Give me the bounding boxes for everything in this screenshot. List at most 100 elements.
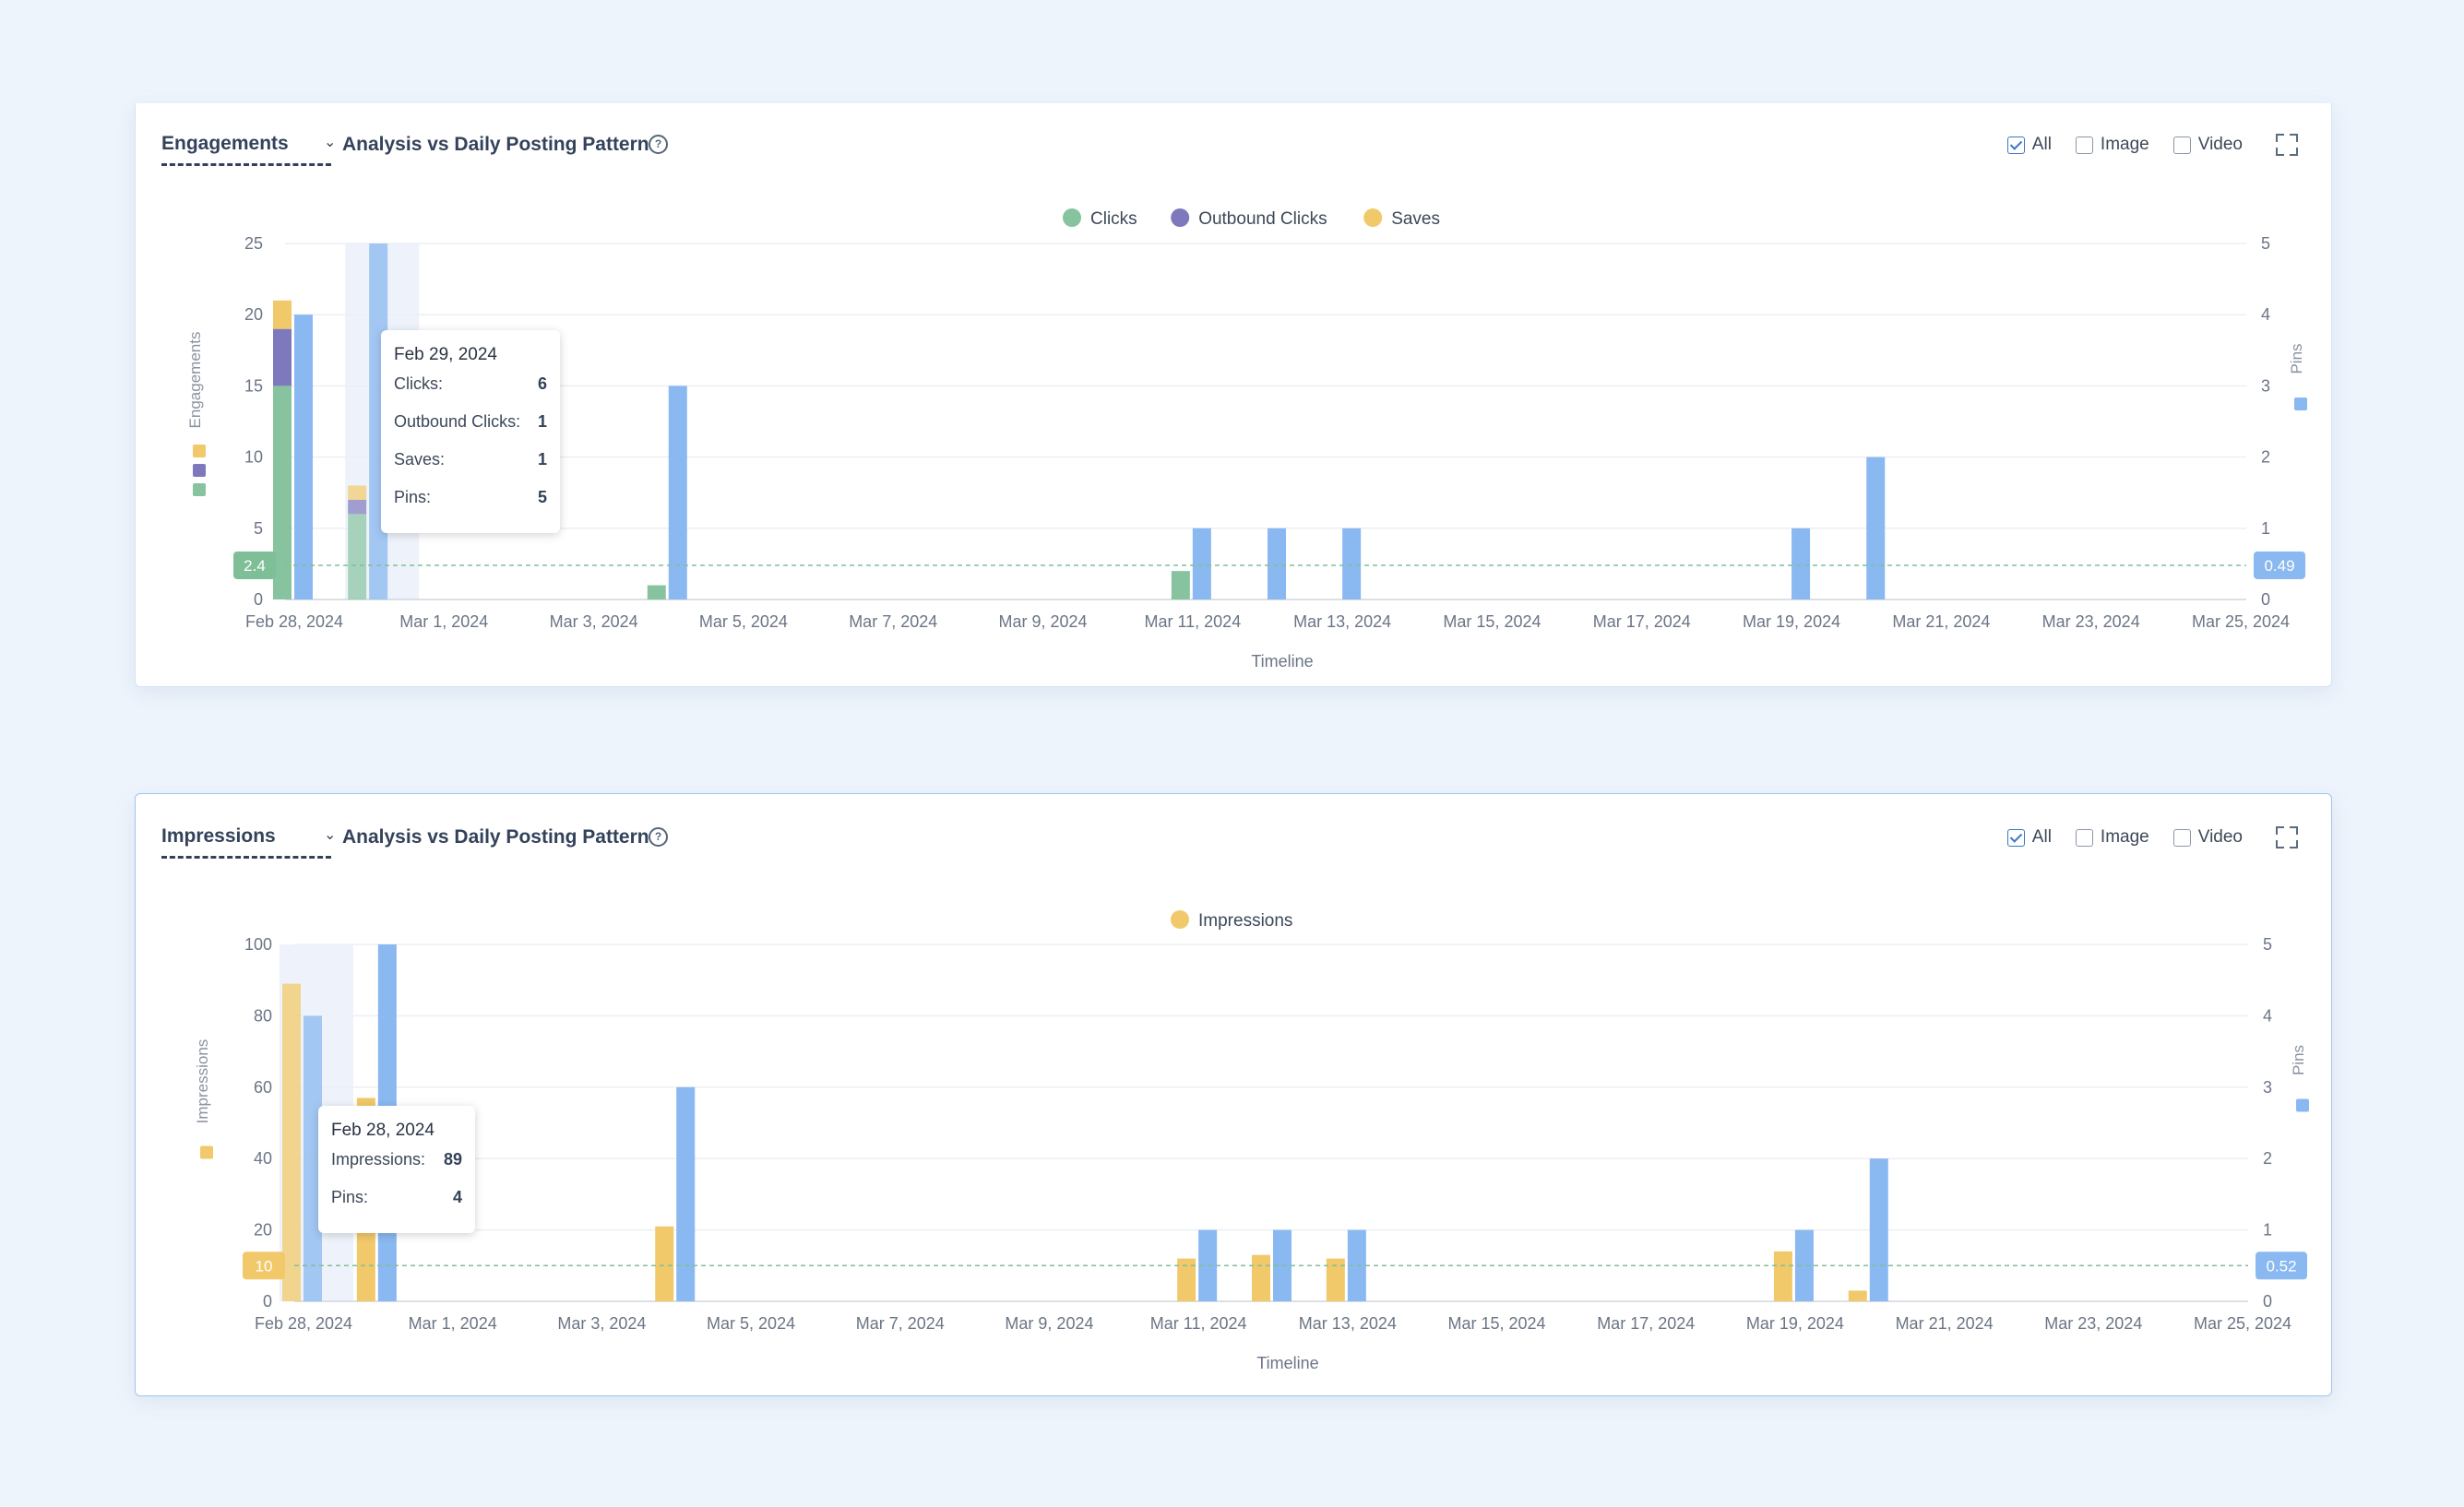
x-tick-label: Mar 1, 2024 xyxy=(409,1314,497,1333)
chart-tooltip: Feb 29, 2024 Clicks: 6 Outbound Clicks: 1 … xyxy=(381,330,560,533)
bar-clicks xyxy=(348,514,367,599)
x-tick-label: Mar 9, 2024 xyxy=(1005,1314,1093,1333)
bar-pins xyxy=(1869,1158,1888,1301)
x-tick-label: Mar 13, 2024 xyxy=(1293,612,1391,631)
x-tick-label: Feb 28, 2024 xyxy=(245,612,343,631)
y-tick-label: 80 xyxy=(254,1006,272,1025)
x-tick-label: Mar 17, 2024 xyxy=(1597,1314,1695,1333)
x-tick-label: Mar 23, 2024 xyxy=(2044,1314,2142,1333)
y2-legend-swatch xyxy=(2294,398,2307,410)
y-tick-label: 100 xyxy=(244,935,272,954)
y-tick-label: 0 xyxy=(254,590,263,609)
y2-tick-label: 3 xyxy=(2261,376,2270,395)
y2-tick-label: 3 xyxy=(2263,1078,2272,1097)
y2-axis-label: Pins xyxy=(2288,343,2305,374)
bar-impressions xyxy=(1177,1258,1196,1301)
tooltip-value: 6 xyxy=(537,374,547,393)
x-tick-label: Mar 7, 2024 xyxy=(856,1314,945,1333)
y-tick-label: 15 xyxy=(244,376,263,395)
x-tick-label: Mar 25, 2024 xyxy=(2192,612,2290,631)
impressions-chart: 0 20 40 60 80 100 0 1 2 3 4 5 Feb 28, 2024 Mar 1, 202… xyxy=(194,910,2309,1372)
x-tick-label: Mar 9, 2024 xyxy=(999,612,1088,631)
y2-legend-swatch xyxy=(2296,1098,2309,1112)
y2-tick-label: 2 xyxy=(2261,448,2270,467)
x-axis-label: Timeline xyxy=(1256,1354,1318,1372)
bar-saves xyxy=(348,485,367,500)
bar-impressions xyxy=(1773,1251,1792,1301)
x-axis-label: Timeline xyxy=(1251,652,1313,670)
x-tick-label: Mar 19, 2024 xyxy=(1746,1314,1844,1333)
legend-label: Clicks xyxy=(1090,209,1137,229)
tooltip-label: Clicks: xyxy=(394,374,443,393)
y-legend-swatch xyxy=(200,1145,213,1159)
y2-tick-label: 4 xyxy=(2263,1006,2272,1025)
bar-impressions xyxy=(1252,1254,1270,1301)
y-tick-label: 40 xyxy=(254,1149,272,1168)
legend-marker xyxy=(1363,208,1383,227)
avg-left-value: 10 xyxy=(256,1257,273,1275)
y-legend-swatch xyxy=(193,483,206,496)
y-axis-label: Engagements xyxy=(186,332,204,429)
y2-tick-label: 4 xyxy=(2261,305,2270,324)
tooltip-value: 4 xyxy=(452,1188,462,1206)
tooltip-date: Feb 28, 2024 xyxy=(331,1121,434,1140)
bar-impressions xyxy=(1326,1258,1345,1301)
legend-label: Impressions xyxy=(1198,911,1292,931)
avg-left-value: 2.4 xyxy=(244,557,266,575)
tooltip-value: 1 xyxy=(537,412,547,431)
y-legend-swatch xyxy=(193,464,206,477)
tooltip-row: Clicks: 6 xyxy=(394,374,547,412)
bar-pins xyxy=(1866,457,1886,599)
bar-pins xyxy=(1192,528,1211,599)
y-tick-label: 25 xyxy=(244,234,263,253)
y2-tick-label: 5 xyxy=(2263,935,2272,954)
x-tick-label: Mar 3, 2024 xyxy=(550,612,638,631)
x-tick-label: Mar 19, 2024 xyxy=(1743,612,1840,631)
x-tick-label: Mar 11, 2024 xyxy=(1150,1314,1247,1333)
y-tick-label: 20 xyxy=(254,1221,272,1240)
bar-clicks xyxy=(647,585,666,599)
tooltip-label: Pins: xyxy=(331,1188,369,1206)
avg-right-value: 0.52 xyxy=(2266,1257,2296,1275)
x-tick-label: Mar 15, 2024 xyxy=(1447,1314,1545,1333)
x-tick-label: Mar 17, 2024 xyxy=(1593,612,1691,631)
bar-outbound-clicks xyxy=(273,328,292,386)
chart-tooltip: Feb 28, 2024 Impressions: 89 Pins: 4 xyxy=(318,1106,475,1233)
tooltip-label: Saves: xyxy=(394,450,446,469)
y2-tick-label: 5 xyxy=(2261,234,2270,253)
avg-right-value: 0.49 xyxy=(2264,557,2294,575)
engagements-card: Engagements ⌄ Analysis vs Daily Posting … xyxy=(135,103,2332,687)
y-axis-label: Impressions xyxy=(194,1039,211,1124)
bar-impressions xyxy=(655,1226,674,1301)
x-tick-label: Feb 28, 2024 xyxy=(255,1314,352,1333)
tooltip-row: Outbound Clicks: 1 xyxy=(394,412,547,450)
y-tick-label: 0 xyxy=(263,1292,272,1311)
bar-pins xyxy=(676,1086,696,1301)
y2-tick-label: 0 xyxy=(2263,1292,2272,1311)
tooltip-value: 89 xyxy=(443,1150,462,1169)
tooltip-label: Outbound Clicks: xyxy=(394,412,521,431)
bar-impressions xyxy=(1848,1290,1867,1301)
y2-axis-label: Pins xyxy=(2290,1045,2307,1075)
x-tick-label: Mar 21, 2024 xyxy=(1892,612,1990,631)
tooltip-row: Saves: 1 xyxy=(394,450,547,488)
tooltip-date: Feb 29, 2024 xyxy=(394,345,497,364)
bar-pins xyxy=(1268,528,1286,599)
x-tick-label: Mar 5, 2024 xyxy=(699,612,788,631)
tooltip-row: Impressions: 89 xyxy=(331,1150,462,1188)
y2-tick-label: 0 xyxy=(2261,590,2270,609)
tooltip-label: Impressions: xyxy=(331,1150,426,1169)
y2-tick-label: 1 xyxy=(2263,1221,2272,1240)
bar-pins xyxy=(668,386,687,599)
x-tick-label: Mar 21, 2024 xyxy=(1896,1314,1994,1333)
x-tick-label: Mar 23, 2024 xyxy=(2042,612,2140,631)
tooltip-value: 1 xyxy=(537,450,547,469)
tooltip-value: 5 xyxy=(537,488,547,506)
legend-label: Outbound Clicks xyxy=(1198,209,1327,229)
y-tick-label: 60 xyxy=(254,1078,272,1097)
legend-marker xyxy=(1171,910,1189,929)
x-tick-label: Mar 15, 2024 xyxy=(1443,612,1541,631)
legend-marker xyxy=(1063,208,1081,227)
tooltip-row: Pins: 5 xyxy=(394,488,547,526)
x-tick-label: Mar 25, 2024 xyxy=(2194,1314,2291,1333)
